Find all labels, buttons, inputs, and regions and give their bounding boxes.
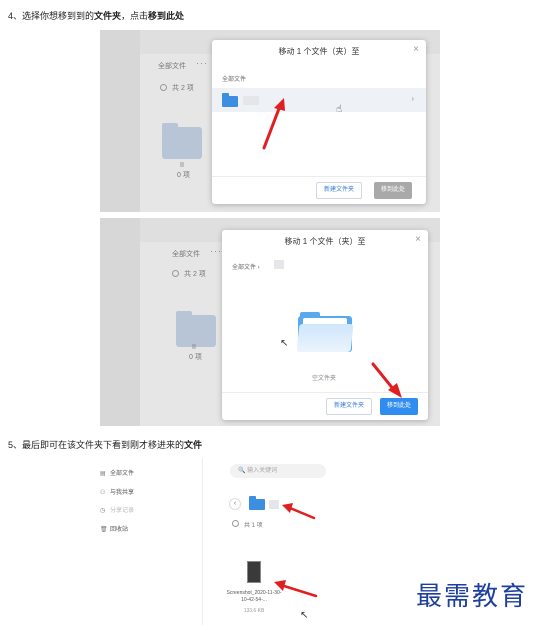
clock-icon: ◷: [100, 508, 106, 514]
new-folder-button[interactable]: 新建文件夹: [316, 182, 363, 199]
chevron-right-icon: ›: [411, 94, 414, 103]
step5-instruction: 5、最后即可在该文件夹下看到刚才移进来的文件: [8, 440, 203, 450]
move-dialog: 移动 1 个文件（夹）至 × 全部文件 › 新建文件夹 移到此处: [212, 40, 426, 204]
sidebar-item-all-files[interactable]: ▤ 全部文件: [100, 468, 134, 477]
folder-icon: [249, 496, 265, 510]
bg-more-icon: ···: [196, 58, 208, 68]
move-here-button[interactable]: 移到此处: [374, 182, 413, 199]
bg-sidebar: [100, 218, 140, 426]
list-icon: ▤: [100, 471, 106, 477]
select-all-checkbox[interactable]: [232, 520, 239, 527]
red-arrow-icon: [262, 98, 285, 150]
close-icon[interactable]: ×: [415, 234, 421, 245]
bg-folder-name: II: [180, 162, 184, 169]
bg-select-all-radio: [160, 84, 167, 91]
file-thumbnail[interactable]: [247, 561, 261, 583]
folder-name-blurred: [269, 500, 279, 509]
bg-folder-icon: [162, 123, 202, 159]
empty-folder-icon: [296, 312, 354, 352]
bg-more-icon: ···: [210, 246, 222, 256]
bg-folder-meta: 0 项: [177, 172, 190, 179]
dialog-title: 移动 1 个文件（夹）至: [278, 47, 360, 56]
bg-count: 共 2 项: [184, 271, 206, 278]
screenshot-move-dialog-2: 全部文件 ··· 共 2 项 II 0 项 移动 1 个文件（夹）至 × 全部文…: [100, 218, 440, 426]
bg-all-files-label: 全部文件: [172, 251, 200, 258]
people-icon: ⚇: [100, 490, 106, 496]
folder-row[interactable]: ›: [212, 88, 426, 112]
dialog-footer: 新建文件夹 移到此处: [212, 176, 426, 204]
screenshot-file-manager: ▤ 全部文件 ⚇ 与我共享 ◷ 分享记录 🗑 回收站 🔍 输入关键词 ‹ 共 1 项 S…: [100, 458, 440, 625]
breadcrumb-blurred: [274, 260, 284, 269]
file-size: 133.6 KB: [243, 608, 265, 614]
breadcrumb[interactable]: 全部文件 ›: [232, 262, 260, 271]
dialog-title: 移动 1 个文件（夹）至: [284, 237, 366, 246]
sidebar-item-shared[interactable]: ⚇ 与我共享: [100, 487, 134, 496]
close-icon[interactable]: ×: [413, 44, 419, 55]
bg-select-all-radio: [172, 270, 179, 277]
trash-icon: 🗑: [100, 527, 108, 533]
sidebar-item-share-history[interactable]: ◷ 分享记录: [100, 505, 134, 514]
bg-folder-name: II: [192, 344, 196, 351]
watermark-logo: 最需教育: [416, 582, 529, 612]
empty-folder-label: 空文件夹: [312, 376, 337, 382]
bg-count: 共 2 项: [172, 85, 194, 92]
screenshot-move-dialog-1: 全部文件 ··· 共 2 项 II 0 项 移动 1 个文件（夹）至 × 全部文…: [100, 30, 440, 212]
bg-all-files-label: 全部文件: [158, 63, 186, 70]
breadcrumb[interactable]: 全部文件: [222, 74, 246, 83]
bg-folder-icon: [176, 311, 216, 347]
new-folder-button[interactable]: 新建文件夹: [326, 398, 373, 415]
red-arrow-icon: [282, 503, 316, 520]
red-arrow-icon: [274, 580, 318, 598]
sidebar-divider: [202, 458, 203, 625]
item-count: 共 1 项: [244, 523, 263, 529]
folder-name-blurred: [243, 96, 259, 105]
move-here-button[interactable]: 移到此处: [380, 398, 419, 415]
bg-sidebar: [100, 30, 140, 212]
back-button[interactable]: ‹: [229, 498, 241, 510]
sidebar-item-trash[interactable]: 🗑 回收站: [100, 524, 128, 533]
folder-icon: [222, 93, 238, 107]
search-input[interactable]: 🔍 输入关键词: [230, 464, 326, 478]
cursor-icon: ↖: [280, 338, 289, 349]
red-arrow-icon: [371, 362, 402, 398]
cursor-icon: ↖: [300, 610, 309, 621]
cursor-icon: ☝: [336, 104, 343, 115]
bg-folder-meta: 0 项: [189, 354, 202, 361]
step4-instruction: 4、选择你想移到到的文件夹，点击移到此处: [8, 11, 185, 21]
